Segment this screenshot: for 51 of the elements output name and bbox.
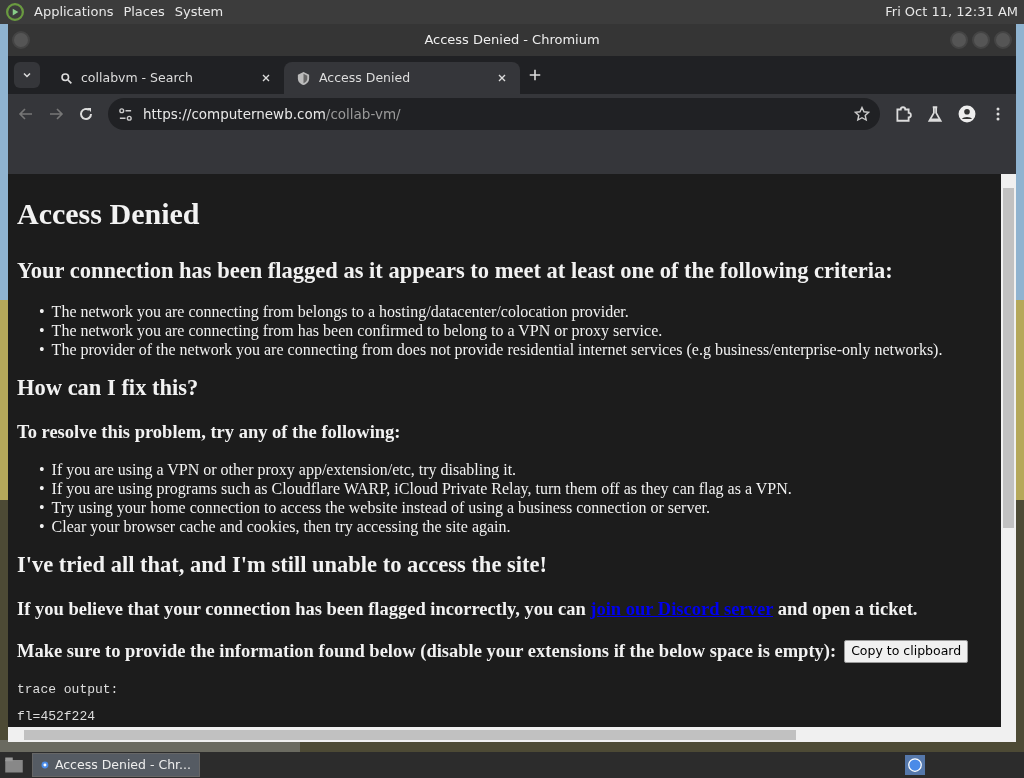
close-icon[interactable] bbox=[260, 72, 272, 84]
subheading: To resolve this problem, try any of the following: bbox=[17, 420, 402, 444]
list-item: The network you are connecting from belongs to a hosting/datacenter/colocation provider. bbox=[51, 301, 629, 321]
bullet: • bbox=[39, 301, 45, 321]
section-heading: How can I fix this? bbox=[17, 373, 200, 402]
section-heading: I've tried all that, and I'm still unable to access the site! bbox=[17, 551, 548, 580]
site-settings-icon[interactable] bbox=[118, 106, 133, 122]
search-icon bbox=[60, 71, 73, 85]
distro-logo-icon[interactable] bbox=[6, 3, 24, 21]
trace-text: fl=452f224 bbox=[17, 708, 96, 724]
bullet: • bbox=[39, 320, 45, 340]
url-text: https://computernewb.com/collab-vm/ bbox=[143, 104, 402, 124]
vertical-scrollbar[interactable] bbox=[1001, 174, 1016, 727]
reload-icon[interactable] bbox=[78, 106, 94, 122]
window-title: Access Denied - Chromium bbox=[424, 31, 600, 50]
panel-menu[interactable]: Places bbox=[123, 2, 165, 22]
list-item: The network you are connecting from has been confirmed to belong to a VPN or proxy service. bbox=[51, 321, 663, 340]
list-item: If you are using a VPN or other proxy app/extension/etc, try disabling it. bbox=[51, 460, 517, 480]
help-text: If you believe that your connection has been flagged incorrectly, you can join our Discord server and open a ticket. bbox=[17, 598, 919, 621]
help-text: Make sure to provide the information found below (disable your extensions if the below space is empty): bbox=[17, 639, 837, 663]
back-icon[interactable] bbox=[18, 106, 34, 122]
panel-menu[interactable]: System bbox=[174, 2, 224, 22]
new-tab-icon[interactable] bbox=[528, 68, 542, 82]
bullet: • bbox=[39, 517, 45, 537]
bullet: • bbox=[39, 460, 45, 480]
clock: Fri Oct 11, 12:31 AM bbox=[885, 3, 1018, 22]
close-icon[interactable] bbox=[496, 72, 508, 84]
bullet: • bbox=[39, 339, 45, 359]
address-bar[interactable]: https://computernewb.com/collab-vm/ bbox=[108, 98, 880, 130]
puzzle-piece-icon[interactable] bbox=[894, 105, 912, 123]
panel-menu[interactable]: Applications bbox=[34, 2, 114, 22]
file-manager-icon[interactable] bbox=[4, 755, 24, 775]
trace-text: trace output: bbox=[17, 681, 120, 697]
list-item: The provider of the network you are connecting from does not provide residential internet services (e.g business/enterprise-only networks). bbox=[51, 340, 943, 359]
horizontal-scrollbar[interactable] bbox=[8, 727, 1016, 742]
profile-icon[interactable] bbox=[958, 105, 976, 123]
list-item: Clear your browser cache and cookies, then try accessing the site again. bbox=[51, 517, 511, 537]
bullet: • bbox=[39, 479, 45, 499]
shield-icon bbox=[296, 70, 311, 86]
copy-button[interactable]: Copy to clipboard bbox=[844, 640, 969, 663]
list-item: If you are using programs such as Cloudflare WARP, iCloud Private Relay, turn them off as they can flag as a VPN. bbox=[51, 479, 792, 499]
browser-tab[interactable]: collabvm - Search bbox=[48, 62, 284, 94]
section-heading: Your connection has been flagged as it appears to meet at least one of the following criteria: bbox=[17, 257, 894, 285]
forward-icon[interactable] bbox=[48, 106, 64, 122]
bullet: • bbox=[39, 498, 45, 518]
browser-tab[interactable]: Access Denied bbox=[284, 62, 520, 94]
star-icon[interactable] bbox=[854, 106, 870, 122]
page-title: Access Denied bbox=[17, 196, 201, 232]
flask-icon[interactable] bbox=[926, 105, 944, 123]
taskbar-item[interactable]: Access Denied - Chr... bbox=[32, 752, 200, 778]
list-item: Try using your home connection to access the website instead of using a business connection or server. bbox=[51, 498, 710, 518]
